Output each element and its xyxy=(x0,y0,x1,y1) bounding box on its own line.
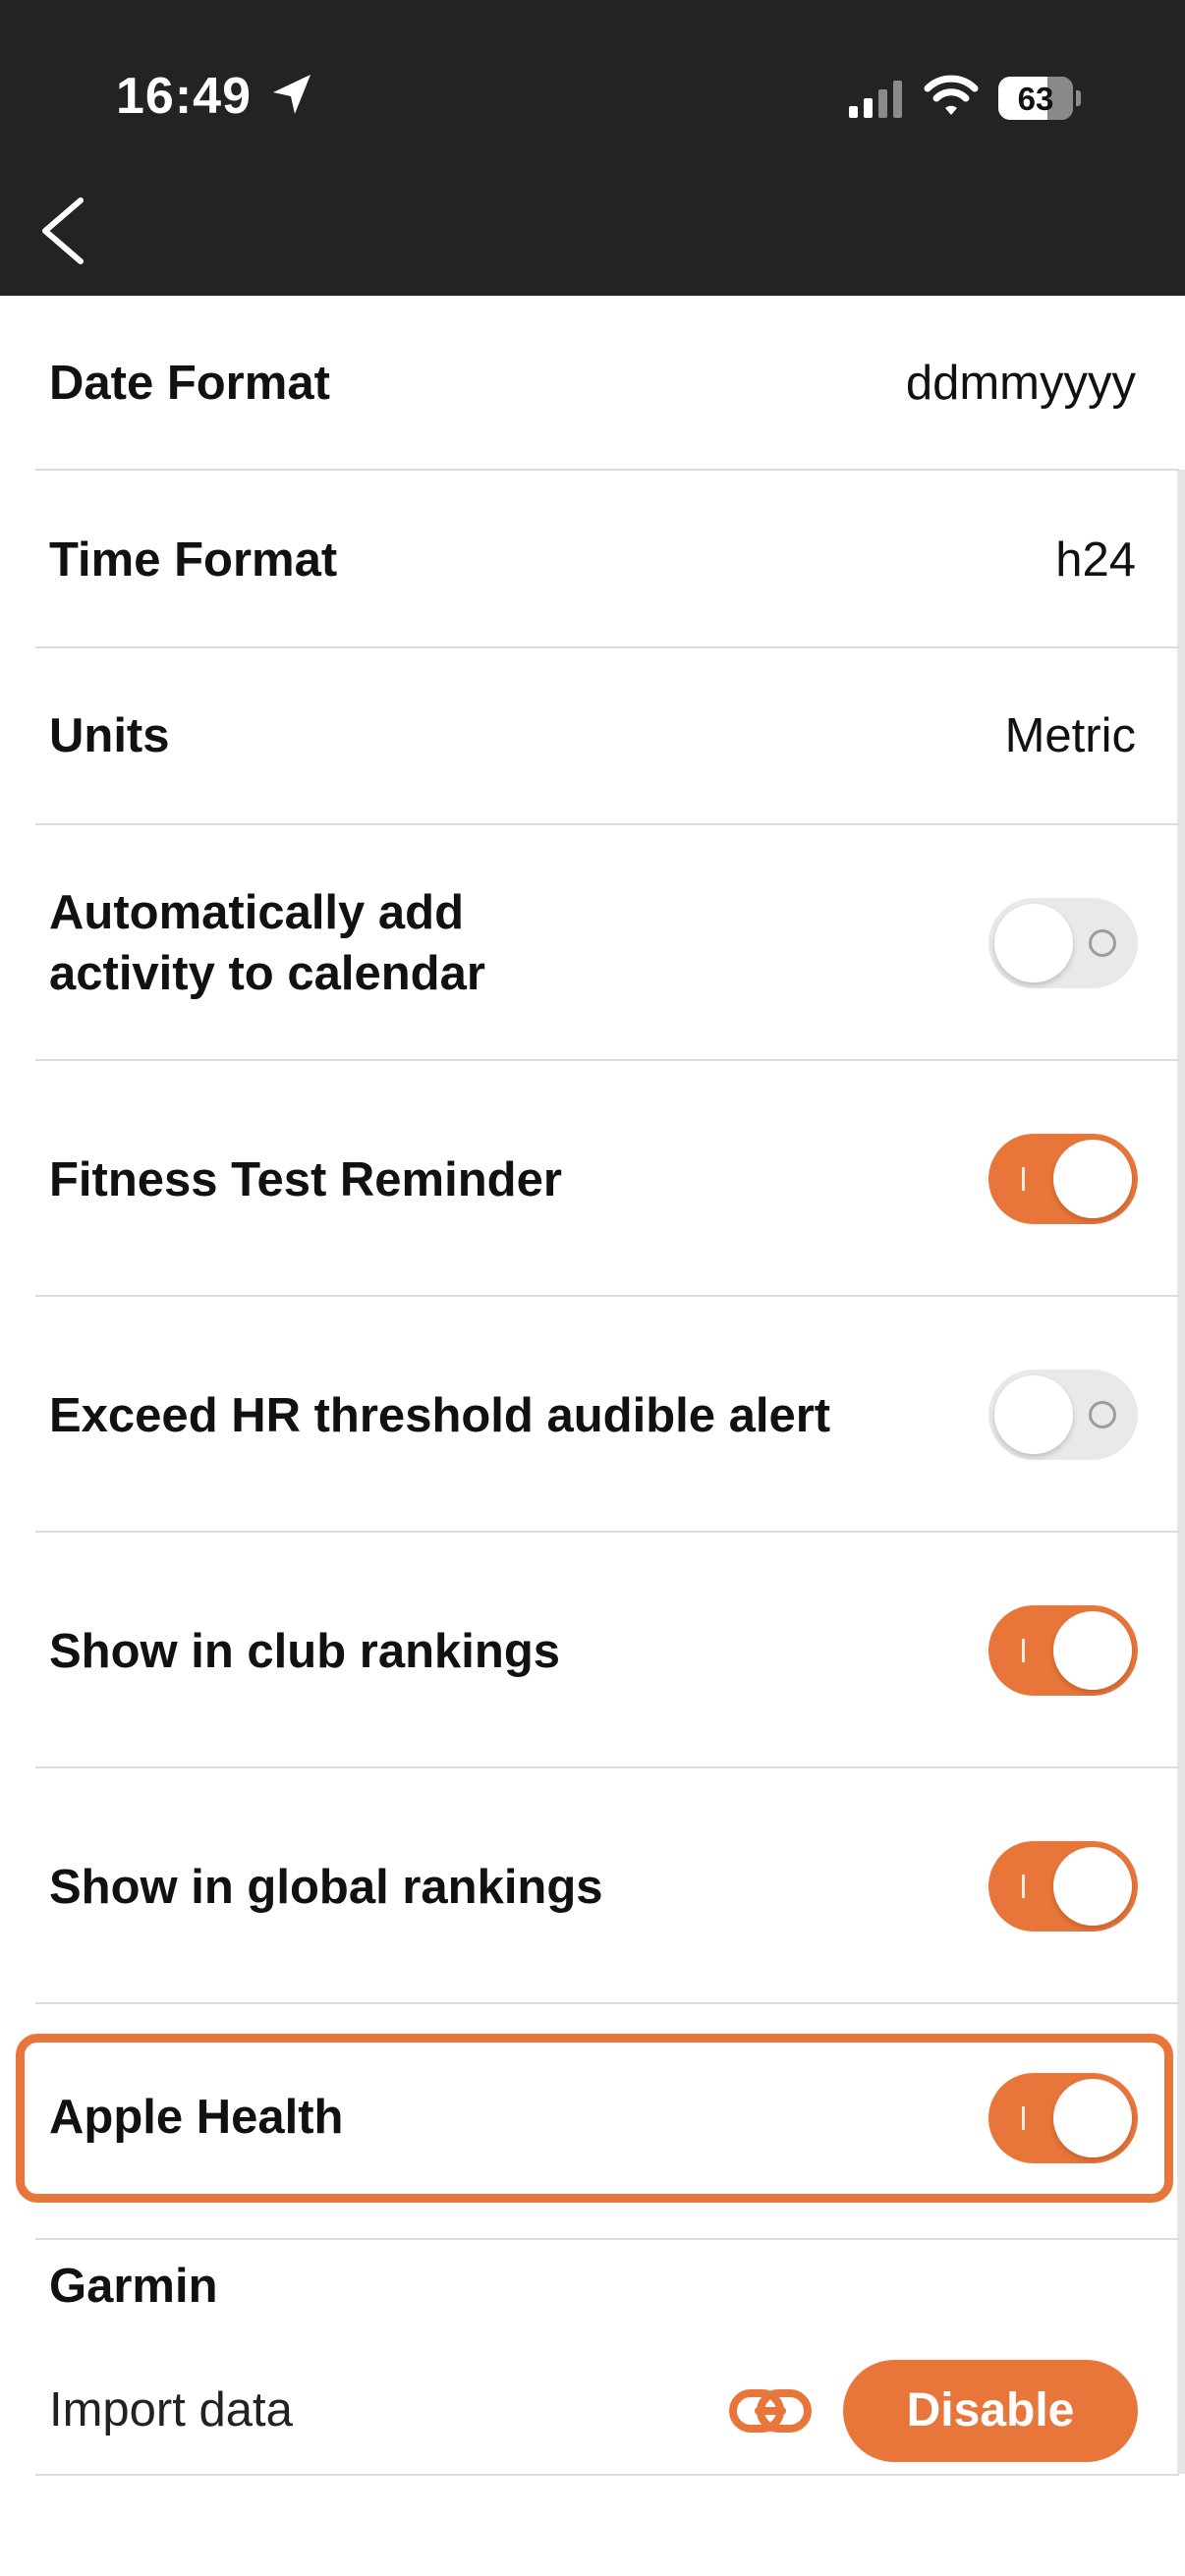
auto-calendar-row: Automatically add activity to calendar xyxy=(35,827,1179,1061)
garmin-title: Garmin xyxy=(49,2260,218,2313)
auto-calendar-toggle[interactable] xyxy=(988,898,1138,988)
import-data-label: Import data xyxy=(49,2383,293,2436)
apple-health-highlight xyxy=(16,2034,1173,2203)
fitness-test-reminder-toggle[interactable] xyxy=(988,1134,1138,1224)
date-format-label: Date Format xyxy=(49,357,330,410)
hr-alert-toggle[interactable] xyxy=(988,1370,1138,1460)
date-format-row[interactable]: Date Format ddmmyyyy xyxy=(35,296,1179,471)
disable-button[interactable]: Disable xyxy=(843,2360,1138,2462)
club-rankings-label: Show in club rankings xyxy=(49,1625,561,1678)
club-rankings-row: Show in club rankings xyxy=(35,1535,1179,1768)
fitness-test-reminder-row: Fitness Test Reminder xyxy=(35,1063,1179,1297)
auto-calendar-label-line2: activity to calendar xyxy=(49,947,485,1000)
battery-level: 63 xyxy=(1017,81,1054,117)
date-format-value: ddmmyyyy xyxy=(905,357,1136,410)
location-arrow-icon xyxy=(273,75,310,114)
hr-alert-row: Exceed HR threshold audible alert xyxy=(35,1299,1179,1533)
time-format-value: h24 xyxy=(1055,533,1136,587)
club-rankings-toggle[interactable] xyxy=(988,1605,1138,1696)
battery-indicator: 63 xyxy=(998,77,1081,120)
hr-alert-label: Exceed HR threshold audible alert xyxy=(49,1389,831,1442)
link-icon xyxy=(729,2389,812,2433)
global-rankings-toggle[interactable] xyxy=(988,1841,1138,1932)
units-row[interactable]: Units Metric xyxy=(35,650,1179,825)
time-format-row[interactable]: Time Format h24 xyxy=(35,473,1179,648)
garmin-divider xyxy=(35,2474,1179,2476)
cellular-signal-icon xyxy=(849,81,902,118)
fitness-test-reminder-label: Fitness Test Reminder xyxy=(49,1153,562,1206)
global-rankings-row: Show in global rankings xyxy=(35,1770,1179,2004)
top-bar: 16:49 63 xyxy=(0,0,1185,296)
wifi-icon xyxy=(924,75,979,115)
status-time: 16:49 xyxy=(116,68,252,125)
units-value: Metric xyxy=(1004,709,1136,762)
back-chevron-icon[interactable] xyxy=(33,195,92,267)
units-label: Units xyxy=(49,709,170,762)
global-rankings-label: Show in global rankings xyxy=(49,1861,603,1914)
time-format-label: Time Format xyxy=(49,533,338,587)
auto-calendar-label-line1: Automatically add xyxy=(49,886,465,939)
